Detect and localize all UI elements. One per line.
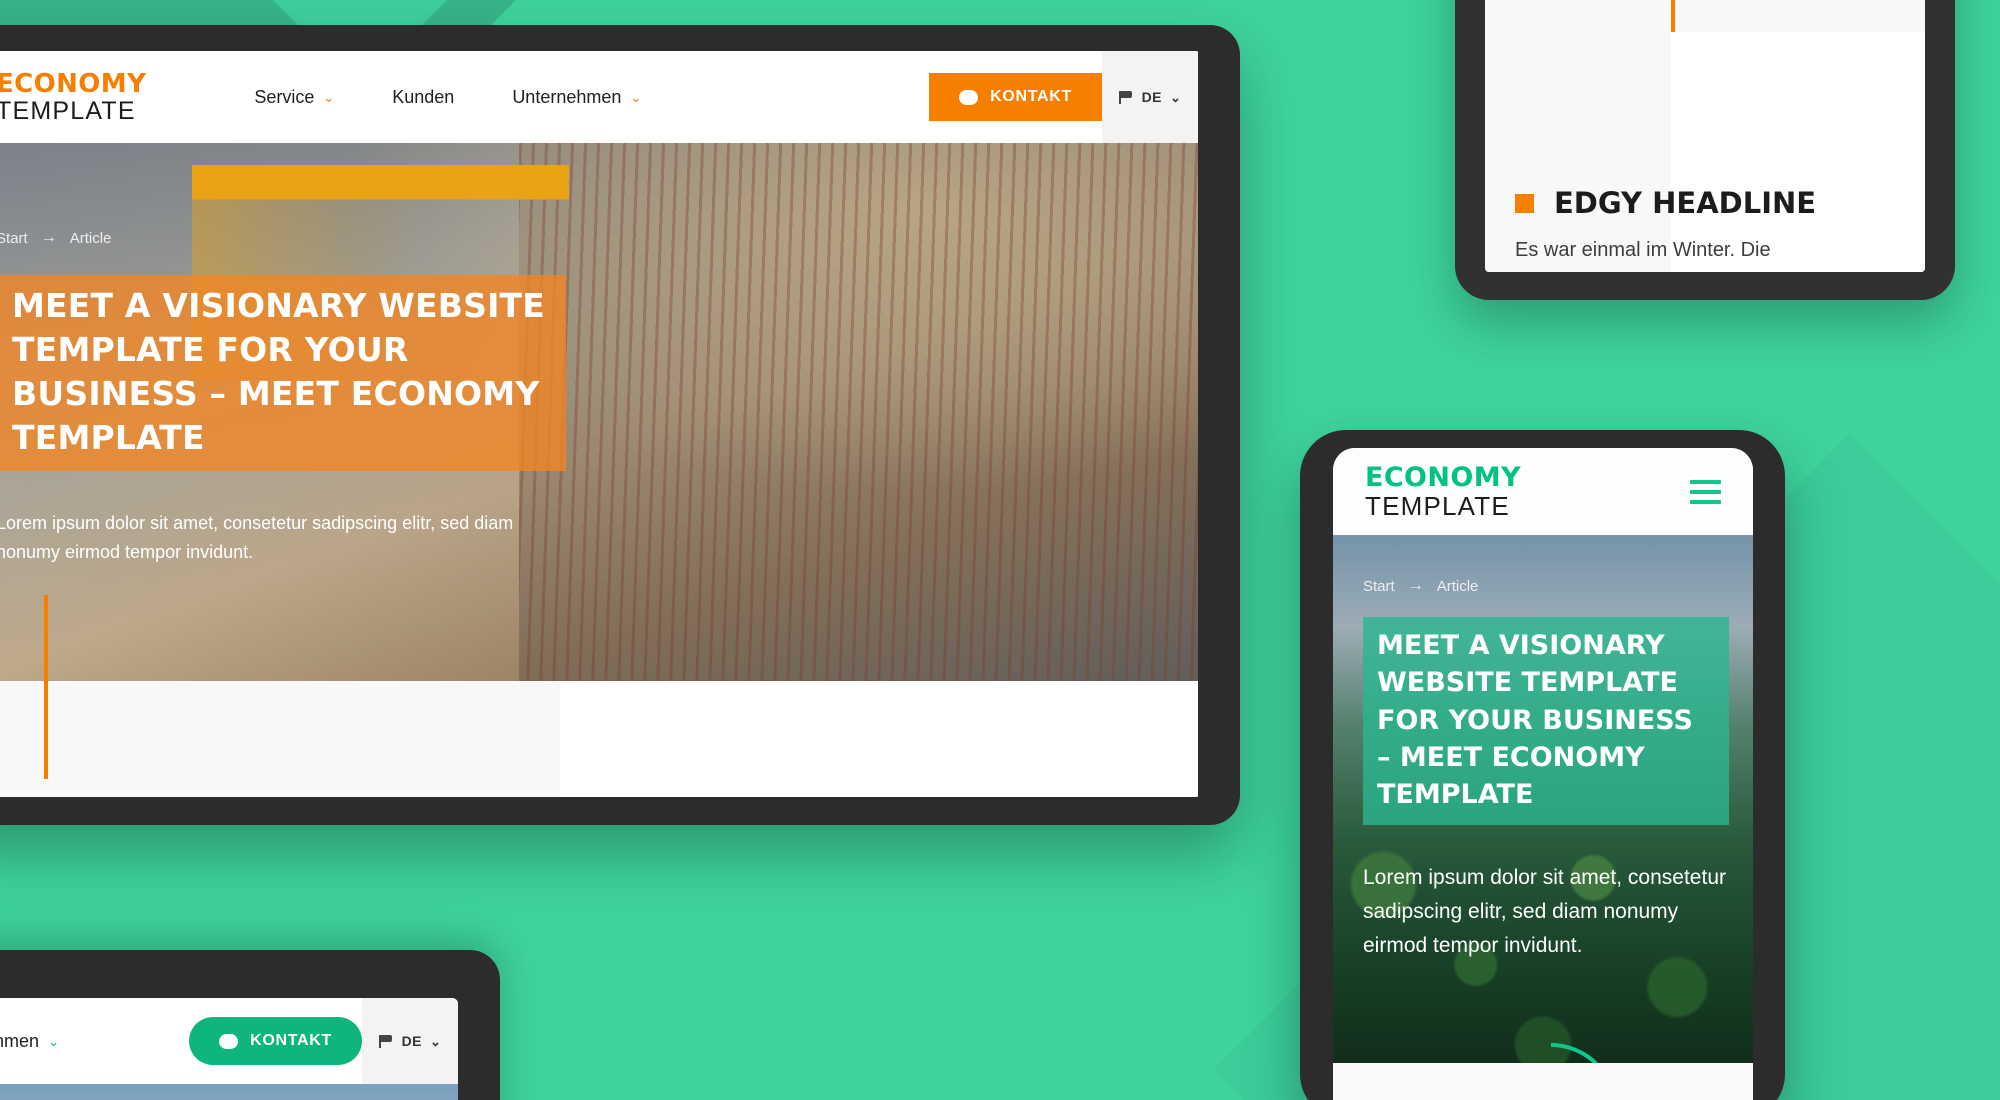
nav-item-unternehmen[interactable]: Unternehmen ⌄: [0, 1031, 59, 1052]
contact-button-label: KONTAKT: [990, 88, 1072, 105]
breadcrumb: Start → Article: [1363, 577, 1729, 595]
chevron-down-icon: ⌄: [430, 1033, 442, 1049]
edgy-headline-text: EDGY HEADLINE: [1554, 186, 1817, 220]
flag-icon: [378, 1035, 394, 1048]
hamburger-bar: [1690, 499, 1721, 504]
primary-navigation: Service ⌄ Kunden Unternehmen ⌄: [254, 87, 641, 108]
chevron-down-icon: ⌄: [323, 89, 335, 105]
logo-line-primary: ECONOMY: [0, 68, 147, 99]
tablet-top-right-screen: diam nonumy eirmod tempor invidunt. EDGY…: [1485, 0, 1925, 272]
chevron-down-icon: ⌄: [48, 1033, 59, 1049]
breadcrumb-home[interactable]: Start: [0, 230, 28, 247]
arrow-right-icon: →: [1407, 577, 1424, 594]
content-white-panel: [560, 681, 1198, 797]
hero-title: MEET A VISIONARY WEBSITE TEMPLATE FOR YO…: [0, 275, 566, 471]
header-actions: KONTAKT DE ⌄: [189, 998, 458, 1084]
tablet-bottom-left-hero: [0, 1084, 458, 1100]
content-white-panel: [1671, 32, 1925, 272]
phone-device: ECONOMY TEMPLATE Start → Article MEET A …: [1300, 430, 1785, 1100]
edgy-headline-block-top-right: EDGY HEADLINE: [1515, 186, 1816, 220]
language-selector[interactable]: DE ⌄: [1102, 51, 1198, 143]
site-header: ECONOMY TEMPLATE Service ⌄ Kunden Untern…: [0, 51, 1198, 143]
logo-line-primary: ECONOMY: [1365, 462, 1521, 493]
phone-hero-content: Start → Article MEET A VISIONARY WEBSITE…: [1363, 577, 1729, 963]
tablet-top-right-body-text: Es war einmal im Winter. Die: [1515, 239, 1771, 261]
contact-button[interactable]: KONTAKT: [929, 73, 1102, 121]
orange-accent-rule: [44, 595, 48, 779]
flag-icon: [1118, 91, 1134, 104]
hero-content: Start → Article MEET A VISIONARY WEBSITE…: [0, 229, 1138, 567]
language-selector[interactable]: DE ⌄: [362, 998, 458, 1084]
contact-button[interactable]: KONTAKT: [189, 1017, 362, 1065]
nav-item-label: Service: [254, 86, 315, 107]
speech-bubble-icon: [959, 89, 979, 105]
tablet-top-right-content-band: EDGY HEADLINE Es war einmal im Winter. D…: [1485, 0, 1925, 272]
tablet-device-bottom-left: Unternehmen ⌄ KONTAKT DE ⌄: [0, 950, 500, 1100]
logo-line-secondary: TEMPLATE: [1365, 491, 1510, 521]
logo-line-secondary: TEMPLATE: [0, 96, 136, 125]
nav-item-label: Unternehmen: [0, 1030, 40, 1051]
language-label: DE: [1141, 89, 1163, 105]
hero-section: Start → Article MEET A VISIONARY WEBSITE…: [0, 143, 1198, 681]
breadcrumb: Start → Article: [0, 229, 1138, 247]
tablet-main-screen: ECONOMY TEMPLATE Service ⌄ Kunden Untern…: [0, 51, 1198, 797]
site-logo[interactable]: ECONOMY TEMPLATE: [0, 71, 146, 124]
tablet-device-main: ECONOMY TEMPLATE Service ⌄ Kunden Untern…: [0, 25, 1240, 825]
hero-paragraph: Lorem ipsum dolor sit amet, consetetur s…: [0, 512, 514, 562]
breadcrumb-current: Article: [1436, 577, 1479, 595]
phone-site-logo[interactable]: ECONOMY TEMPLATE: [1365, 464, 1521, 519]
chevron-down-icon: ⌄: [630, 89, 642, 105]
sky-photo: [0, 1084, 458, 1100]
phone-hero-title: MEET A VISIONARY WEBSITE TEMPLATE FOR YO…: [1363, 617, 1729, 826]
hamburger-bar: [1690, 489, 1721, 494]
contact-button-label: KONTAKT: [250, 1032, 332, 1049]
content-band: EDGY HEADLINE: [0, 595, 1198, 797]
tablet-device-top-right: diam nonumy eirmod tempor invidunt. EDGY…: [1455, 0, 1955, 300]
breadcrumb-current: Article: [69, 229, 112, 247]
phone-content-panel: [1333, 1063, 1753, 1100]
site-header-green-theme: Unternehmen ⌄ KONTAKT DE ⌄: [0, 998, 458, 1084]
tablet-bottom-left-screen: Unternehmen ⌄ KONTAKT DE ⌄: [0, 998, 458, 1100]
header-actions: KONTAKT DE ⌄: [929, 51, 1198, 143]
nav-item-kunden[interactable]: Kunden: [392, 87, 454, 108]
chevron-down-icon: ⌄: [1170, 89, 1182, 105]
nav-item-unternehmen[interactable]: Unternehmen ⌄: [512, 87, 641, 108]
breadcrumb-home[interactable]: Start: [1363, 578, 1395, 595]
arrow-right-icon: →: [40, 229, 57, 246]
phone-site-header: ECONOMY TEMPLATE: [1333, 448, 1753, 535]
hamburger-bar: [1690, 479, 1721, 484]
square-bullet-icon: [1515, 193, 1534, 213]
phone-screen: ECONOMY TEMPLATE Start → Article MEET A …: [1333, 448, 1753, 1100]
nav-item-service[interactable]: Service ⌄: [254, 87, 334, 108]
orange-accent-rule: [1671, 0, 1675, 32]
content-grey-panel: [1485, 0, 1671, 32]
phone-hero-paragraph: Lorem ipsum dolor sit amet, consetetur s…: [1363, 866, 1726, 958]
speech-bubble-icon: [219, 1033, 239, 1049]
primary-navigation: Unternehmen ⌄: [0, 1031, 59, 1052]
language-label: DE: [401, 1033, 423, 1049]
nav-item-label: Kunden: [392, 86, 455, 107]
hamburger-menu-icon[interactable]: [1690, 479, 1721, 504]
nav-item-label: Unternehmen: [512, 86, 622, 107]
phone-hero-section: Start → Article MEET A VISIONARY WEBSITE…: [1333, 535, 1753, 1100]
